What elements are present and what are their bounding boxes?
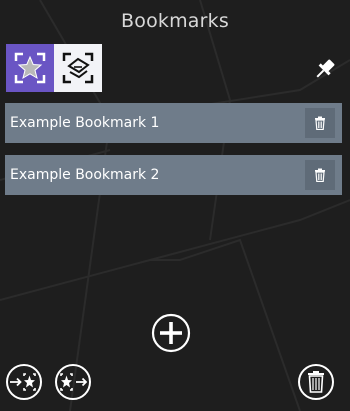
- bookmark-item[interactable]: Example Bookmark 1: [5, 103, 342, 143]
- delete-icon: [315, 168, 325, 182]
- export-bookmarks-icon[interactable]: [54, 363, 92, 401]
- bookmark-item[interactable]: Example Bookmark 2: [5, 155, 342, 195]
- star-bookmark-icon: [14, 52, 46, 84]
- tab-saved-bookmarks[interactable]: [6, 44, 54, 92]
- import-bookmarks-icon[interactable]: [5, 363, 43, 401]
- add-icon[interactable]: [151, 313, 191, 353]
- panel-title: Bookmarks: [121, 10, 229, 32]
- bookmark-label: Example Bookmark 2: [10, 167, 160, 183]
- add-bookmark-extent-icon: [62, 52, 94, 84]
- tab-add-bookmark[interactable]: [54, 44, 102, 92]
- delete-bookmark-button[interactable]: [305, 160, 335, 190]
- delete-bookmark-button[interactable]: [305, 108, 335, 138]
- delete-icon: [315, 116, 325, 130]
- bookmark-label: Example Bookmark 1: [10, 115, 160, 131]
- pin-icon[interactable]: [312, 56, 338, 82]
- delete-all-icon[interactable]: [297, 363, 335, 401]
